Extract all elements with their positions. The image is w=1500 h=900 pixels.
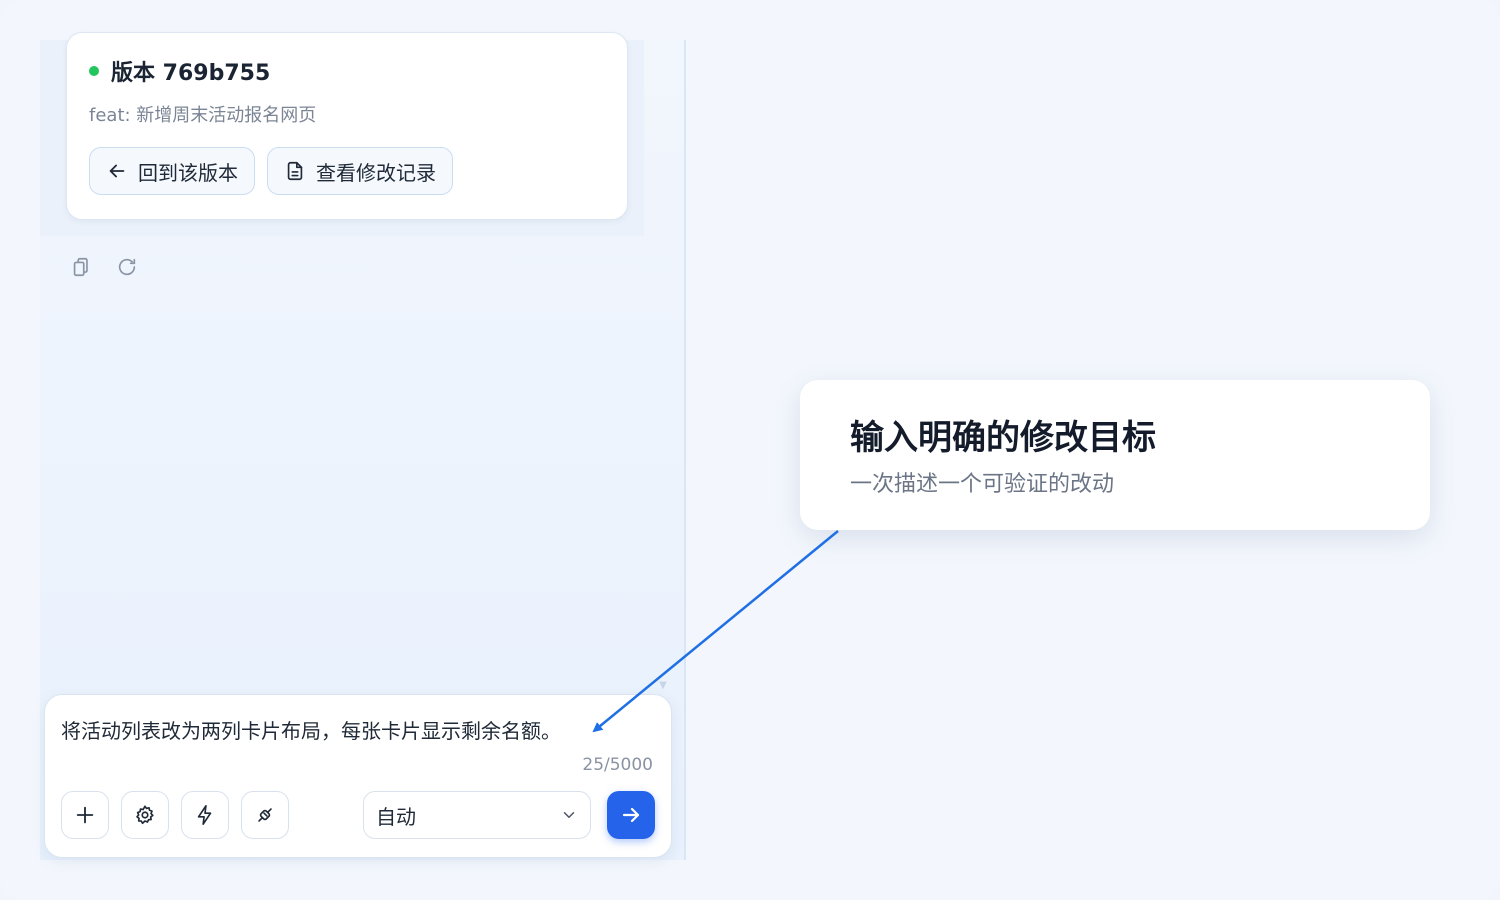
hint-callout: 输入明确的修改目标 一次描述一个可验证的改动 xyxy=(800,380,1430,530)
version-description: feat: 新增周末活动报名网页 xyxy=(89,105,317,126)
version-title-row: 版本 769b755 xyxy=(89,55,270,87)
refresh-icon[interactable] xyxy=(116,256,138,278)
lightning-icon xyxy=(197,805,212,825)
gear-icon xyxy=(136,805,154,825)
scroll-down-icon[interactable]: ▼ xyxy=(657,680,669,692)
plus-icon xyxy=(76,806,94,824)
char-counter: 25/5000 xyxy=(582,755,653,775)
chat-panel: 版本 769b755 feat: 新增周末活动报名网页 回到该版本 查看修改记录 xyxy=(40,32,686,860)
callout-subtitle: 一次描述一个可验证的改动 xyxy=(850,472,1115,497)
version-card: 版本 769b755 feat: 新增周末活动报名网页 回到该版本 查看修改记录 xyxy=(66,32,628,220)
version-actions: 回到该版本 查看修改记录 xyxy=(89,147,453,195)
version-title: 版本 769b755 xyxy=(111,61,271,86)
arrow-right-icon xyxy=(622,807,640,823)
send-button[interactable] xyxy=(607,791,655,839)
page: 版本 769b755 feat: 新增周末活动报名网页 回到该版本 查看修改记录 xyxy=(0,0,1500,900)
view-history-label: 查看修改记录 xyxy=(316,160,436,185)
arrow-left-icon xyxy=(109,164,125,178)
status-dot xyxy=(89,66,99,76)
restore-version-label: 回到该版本 xyxy=(138,160,238,185)
chevron-down-icon xyxy=(563,812,575,818)
add-button[interactable] xyxy=(61,791,109,839)
composer-tools xyxy=(61,791,289,839)
mode-select[interactable]: 自动 xyxy=(363,791,591,839)
quick-action-button[interactable] xyxy=(181,791,229,839)
version-message: 版本 769b755 feat: 新增周末活动报名网页 回到该版本 查看修改记录 xyxy=(40,32,644,236)
composer: 将活动列表改为两列卡片布局，每张卡片显示剩余名额。 25/5000 自动 xyxy=(44,694,672,858)
message-tools xyxy=(70,256,138,278)
copy-icon[interactable] xyxy=(70,256,92,278)
settings-button[interactable] xyxy=(121,791,169,839)
prompt-input[interactable]: 将活动列表改为两列卡片布局，每张卡片显示剩余名额。 xyxy=(61,715,561,744)
mode-select-value: 自动 xyxy=(376,804,416,829)
plugin-button[interactable] xyxy=(241,791,289,839)
view-history-button[interactable]: 查看修改记录 xyxy=(267,147,453,195)
document-icon xyxy=(287,161,303,181)
callout-title: 输入明确的修改目标 xyxy=(850,418,1156,458)
plugin-icon xyxy=(258,808,272,822)
restore-version-button[interactable]: 回到该版本 xyxy=(89,147,255,195)
